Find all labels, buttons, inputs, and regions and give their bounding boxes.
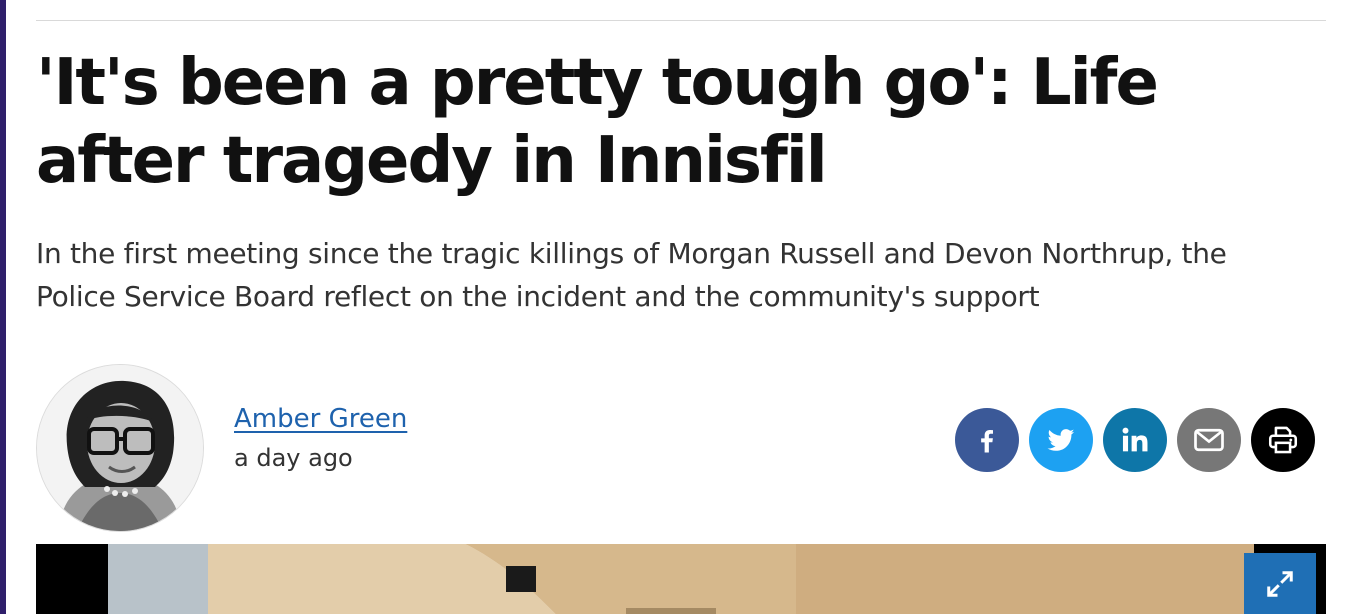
hero-image[interactable]: [36, 544, 1326, 614]
twitter-share-button[interactable]: [1029, 408, 1093, 472]
facebook-share-button[interactable]: [955, 408, 1019, 472]
print-button[interactable]: [1251, 408, 1315, 472]
envelope-icon: [1194, 428, 1224, 452]
printer-icon: [1268, 426, 1298, 454]
article-subheadline: In the first meeting since the tragic ki…: [36, 237, 1227, 313]
facebook-icon: [981, 430, 993, 453]
left-accent-bar: [0, 0, 6, 614]
publish-timestamp: a day ago: [234, 444, 353, 472]
expand-image-button[interactable]: [1244, 553, 1316, 614]
top-divider: [36, 20, 1326, 21]
author-name-link[interactable]: Amber Green: [234, 404, 407, 434]
linkedin-share-button[interactable]: [1103, 408, 1167, 472]
article-headline: 'It's been a pretty tough go': Life afte…: [36, 46, 1159, 198]
twitter-icon: [1047, 429, 1075, 451]
share-bar: [955, 408, 1315, 472]
expand-icon: [1267, 570, 1293, 597]
author-avatar[interactable]: [36, 364, 204, 532]
linkedin-icon: [1122, 427, 1148, 452]
email-share-button[interactable]: [1177, 408, 1241, 472]
